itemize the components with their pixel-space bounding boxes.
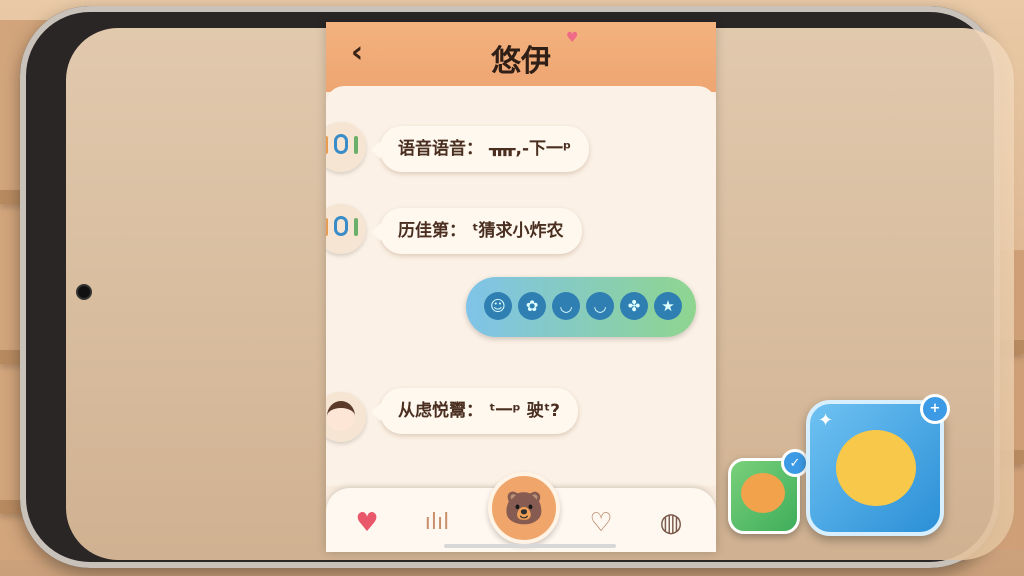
camera-icon <box>76 284 92 300</box>
home-indicator[interactable] <box>444 544 616 548</box>
heart-outline-icon[interactable]: ♡ <box>582 504 620 542</box>
girl-avatar-icon <box>327 401 355 431</box>
message-bubble[interactable]: 历佳第： ᵗ猜求小炸农 <box>380 208 582 254</box>
emoji-icon: ★ <box>654 292 682 320</box>
emoji-icon: ◡ <box>586 292 614 320</box>
bear-face-icon <box>836 430 916 506</box>
bear-home-button[interactable]: 🐻 <box>488 472 560 544</box>
chat-title: 悠伊 <box>491 44 551 79</box>
heart-icon[interactable]: ♥ <box>348 504 386 542</box>
message-row: 从虑悦鬻： ᵗ一ᵖ 驶ᵗ? <box>326 366 716 446</box>
emoji-icon: ✤ <box>620 292 648 320</box>
voice-avatar[interactable] <box>326 204 366 254</box>
chat-header: ‹ 悠伊 ♥ <box>326 22 716 92</box>
bear-face-icon <box>741 473 785 513</box>
voice-avatar[interactable] <box>326 122 366 172</box>
emoji-icon: ☺ <box>484 292 512 320</box>
globe-icon[interactable]: ◍ <box>652 504 690 542</box>
check-badge-icon: ✓ <box>781 449 809 477</box>
emoji-icon: ✿ <box>518 292 546 320</box>
app-icon-small[interactable]: ✓ <box>728 449 809 534</box>
microphone-icon <box>334 134 348 154</box>
chat-panel: ‹ 悠伊 ♥ 语音语音： ᚄ,-下一ᵖ 历佳第： ᵗ猜求小炸农 ☺ ✿ ◡ ◡ … <box>326 22 716 552</box>
bear-home-icon: 🐻 <box>504 489 544 527</box>
user-avatar[interactable] <box>326 392 366 442</box>
message-row: 语音语音： ᚄ,-下一ᵖ <box>326 86 716 172</box>
emoji-message-bubble[interactable]: ☺ ✿ ◡ ◡ ✤ ★ <box>466 277 696 337</box>
message-list[interactable]: 语音语音： ᚄ,-下一ᵖ 历佳第： ᵗ猜求小炸农 ☺ ✿ ◡ ◡ ✤ ★ 从虑悦… <box>326 86 716 486</box>
voice-wave-icon[interactable]: ılıl <box>418 504 456 542</box>
app-icon-large[interactable]: ✦ + <box>806 394 950 536</box>
heart-icon: ♥ <box>566 30 579 46</box>
sparkle-icon: ✦ <box>818 410 834 431</box>
emoji-icon: ◡ <box>552 292 580 320</box>
message-row: 历佳第： ᵗ猜求小炸农 <box>326 166 716 254</box>
microphone-icon <box>334 216 348 236</box>
message-bubble[interactable]: 从虑悦鬻： ᵗ一ᵖ 驶ᵗ? <box>380 388 579 434</box>
bottom-tab-bar: ♥ ılıl 🐻 ♡ ◍ <box>326 472 716 552</box>
plus-badge-icon: + <box>920 394 950 424</box>
